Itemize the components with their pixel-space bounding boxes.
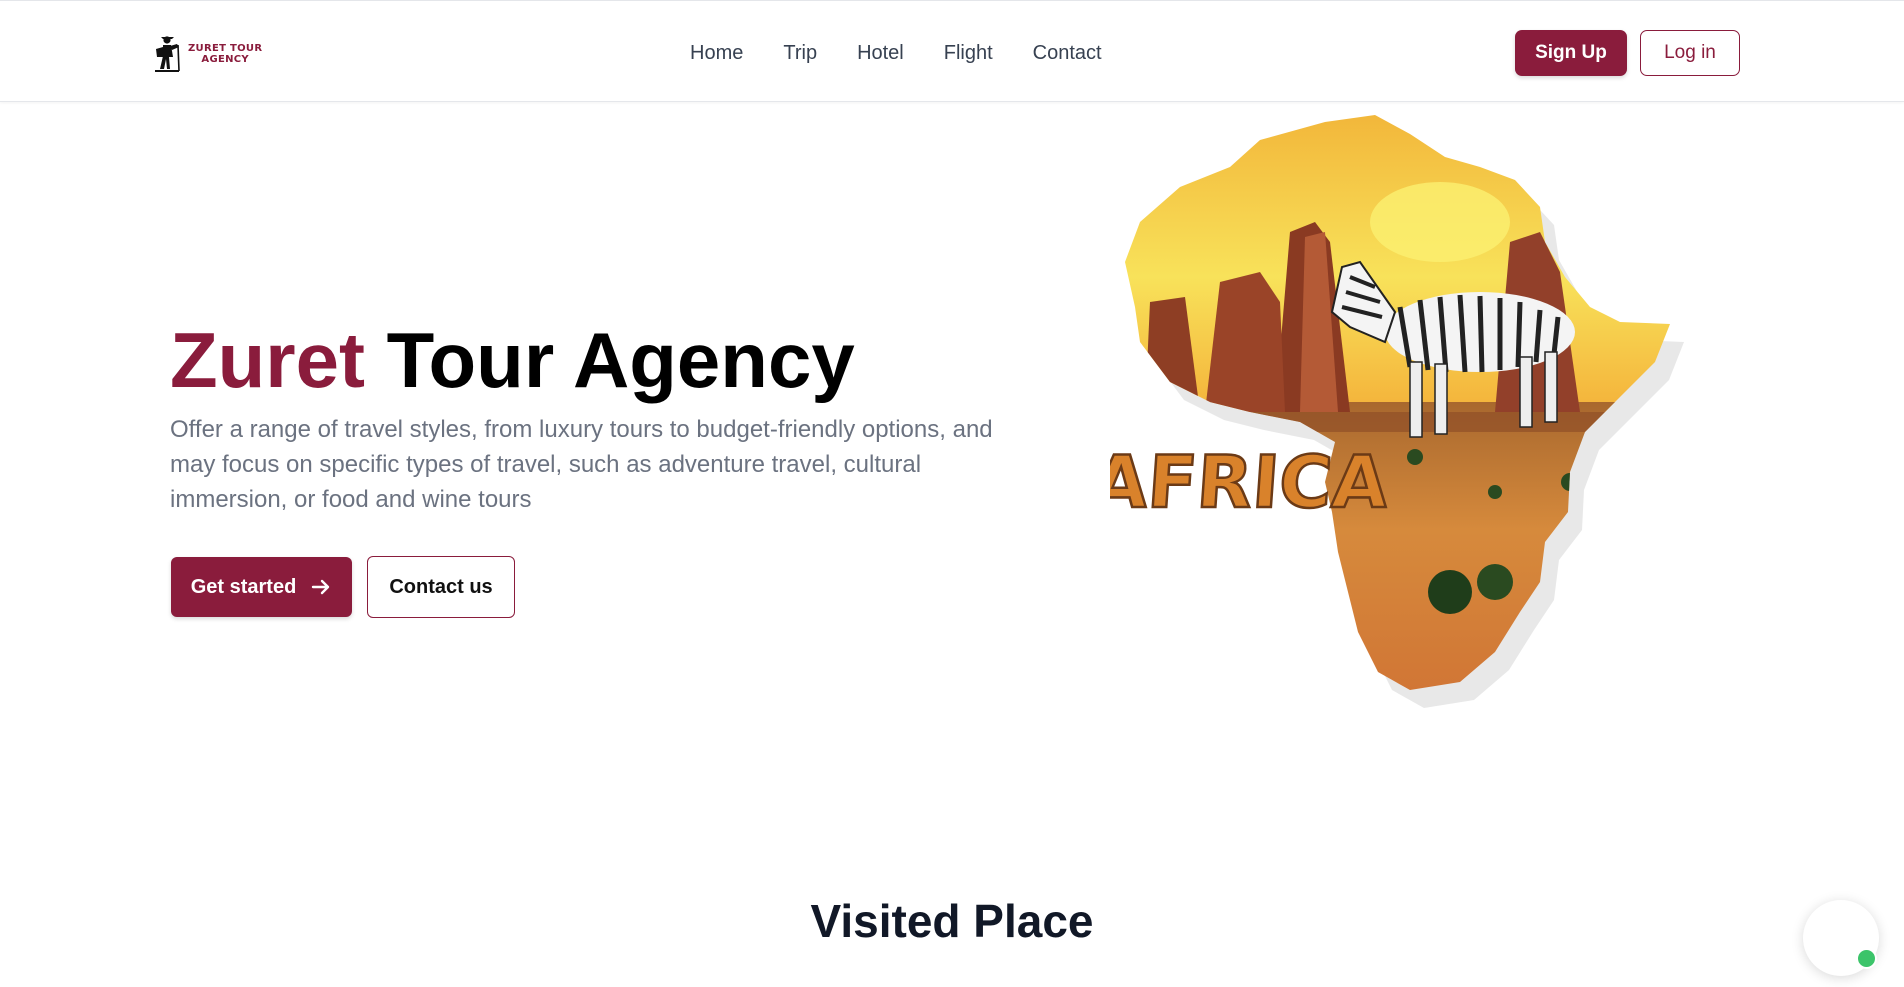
hero-title-accent: Zuret <box>170 316 365 404</box>
get-started-label: Get started <box>190 575 297 598</box>
visited-place-title: Visited Place <box>810 895 1094 947</box>
africa-illustration: AFRICA <box>1110 115 1684 708</box>
brand-logo[interactable]: ZURET TOUR AGENCY <box>152 35 262 73</box>
hero-description: Offer a range of travel styles, from lux… <box>170 416 993 513</box>
nav-contact[interactable]: Contact <box>1013 39 1122 67</box>
contact-us-button[interactable]: Contact us <box>367 556 515 618</box>
nav-hotel[interactable]: Hotel <box>837 39 924 67</box>
online-status-icon <box>1856 948 1877 969</box>
navbar: ZURET TOUR AGENCY Home Trip Hotel Flight… <box>0 1 1904 102</box>
hiker-logo-icon <box>155 36 180 72</box>
nav-trip[interactable]: Trip <box>763 39 837 67</box>
nav-flight[interactable]: Flight <box>924 39 1013 67</box>
africa-label: AFRICA <box>1110 440 1391 524</box>
hero-title: Zuret Tour Agency <box>170 315 855 405</box>
main-nav: Home Trip Hotel Flight Contact <box>670 39 1122 67</box>
log-in-button[interactable]: Log in <box>1640 30 1740 76</box>
arrow-right-icon <box>312 579 330 595</box>
brand-name: ZURET TOUR AGENCY <box>188 43 263 65</box>
nav-home[interactable]: Home <box>670 39 763 67</box>
get-started-button[interactable]: Get started <box>171 557 352 617</box>
hero-title-rest: Tour Agency <box>386 316 855 404</box>
sign-up-button[interactable]: Sign Up <box>1515 30 1627 76</box>
